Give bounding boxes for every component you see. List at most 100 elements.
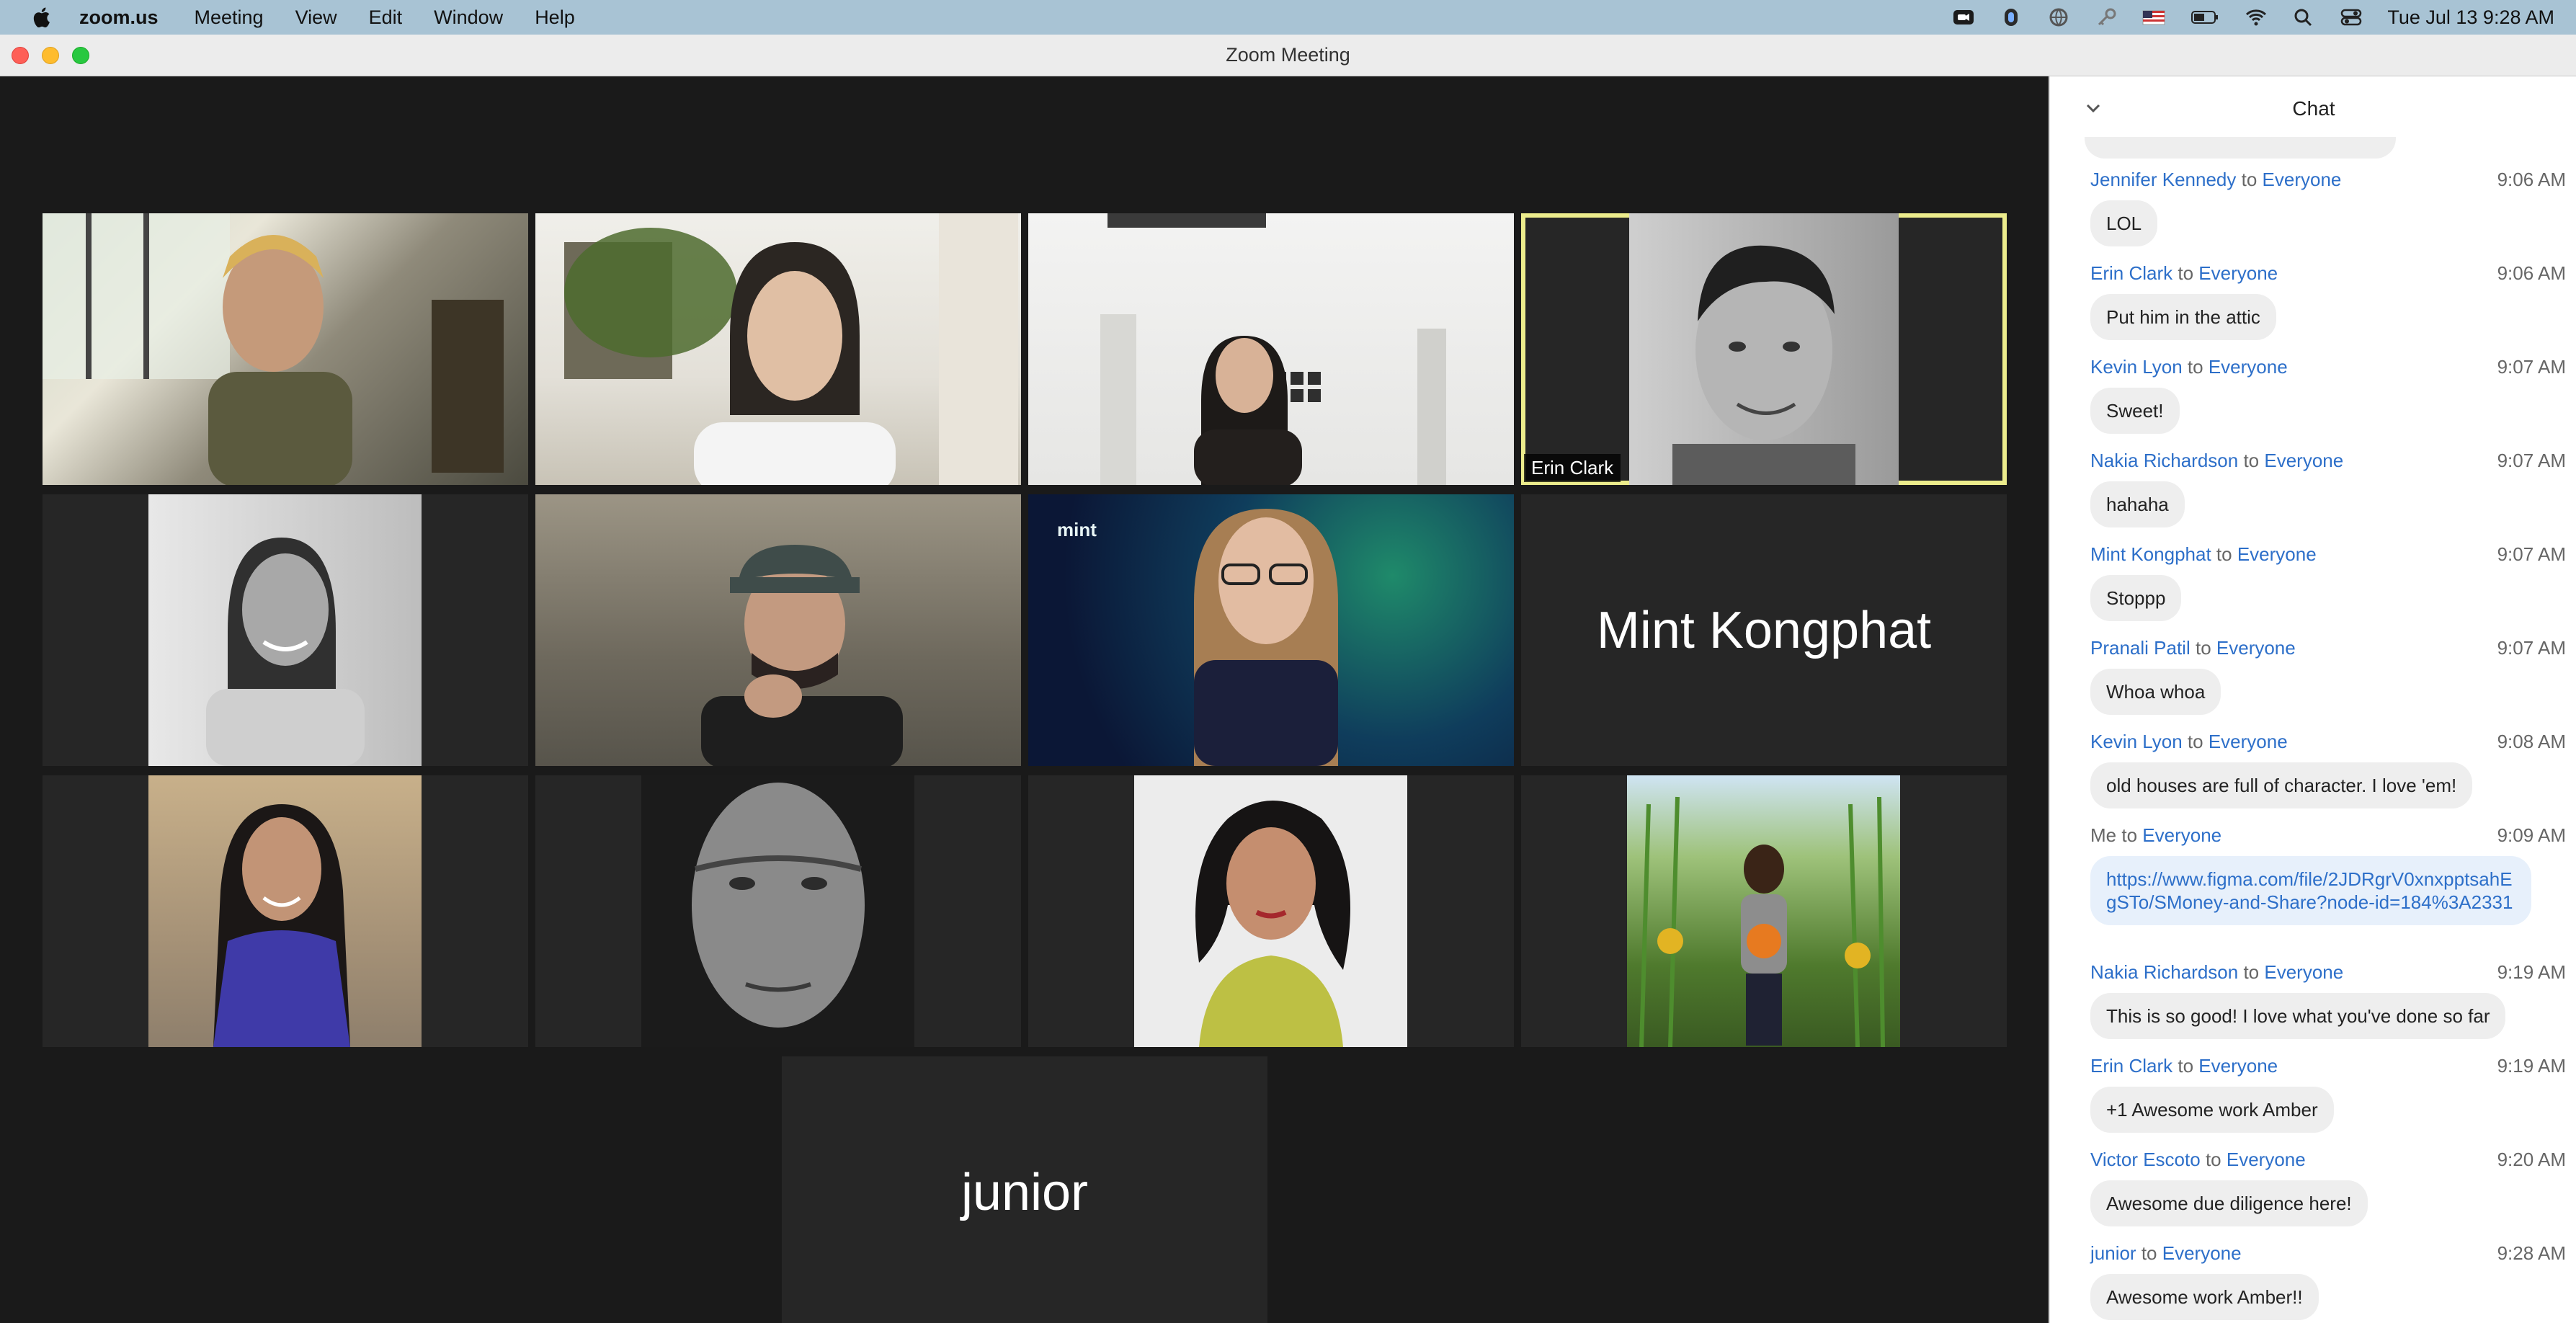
participant-tile[interactable]: mint bbox=[1028, 494, 1514, 766]
meeting-status-icon[interactable] bbox=[2000, 7, 2023, 27]
message-bubble[interactable]: Awesome work Amber!! bbox=[2090, 1274, 2319, 1320]
message-recipient[interactable]: Everyone bbox=[2264, 961, 2343, 983]
message-bubble[interactable]: hahaha bbox=[2090, 481, 2185, 527]
zoom-button[interactable] bbox=[72, 47, 89, 64]
participant-tile[interactable] bbox=[43, 213, 528, 485]
participant-video bbox=[1134, 775, 1407, 1047]
message-to-word: to bbox=[2216, 543, 2232, 565]
participant-tile-active-speaker[interactable]: Erin Clark bbox=[1521, 213, 2007, 485]
message-time: 9:07 AM bbox=[2497, 356, 2566, 378]
message-recipient[interactable]: Everyone bbox=[2237, 543, 2317, 565]
message-sender[interactable]: Jennifer Kennedy bbox=[2090, 169, 2236, 190]
message-recipient[interactable]: Everyone bbox=[2198, 262, 2278, 284]
flag-icon[interactable] bbox=[2142, 7, 2165, 27]
message-meta: Jennifer Kennedy to Everyone 9:06 AM bbox=[2090, 169, 2566, 193]
message-to-word: to bbox=[2141, 1242, 2157, 1264]
message-recipient[interactable]: Everyone bbox=[2209, 731, 2288, 752]
message-bubble[interactable]: Put him in the attic bbox=[2090, 294, 2276, 340]
message-sender[interactable]: Erin Clark bbox=[2090, 1055, 2172, 1077]
message-bubble[interactable]: This is so good! I love what you've done… bbox=[2090, 993, 2506, 1039]
message-sender[interactable]: Nakia Richardson bbox=[2090, 450, 2238, 471]
message-sender[interactable]: junior bbox=[2090, 1242, 2136, 1264]
message-meta: Pranali Patil to Everyone 9:07 AM bbox=[2090, 637, 2566, 662]
video-scene bbox=[1639, 796, 1885, 1047]
message-sender[interactable]: Pranali Patil bbox=[2090, 637, 2191, 659]
message-recipient[interactable]: Everyone bbox=[2162, 1242, 2242, 1264]
video-scene: mint bbox=[1057, 509, 1338, 766]
chat-message: Mint Kongphat to Everyone 9:07 AM Stoppp bbox=[2090, 543, 2566, 621]
message-meta: junior to Everyone 9:28 AM bbox=[2090, 1242, 2566, 1267]
participant-tile[interactable] bbox=[535, 213, 1021, 485]
message-recipient[interactable]: Everyone bbox=[2198, 1055, 2278, 1077]
message-bubble[interactable]: +1 Awesome work Amber bbox=[2090, 1087, 2334, 1133]
participant-name-display: junior bbox=[961, 1163, 1089, 1221]
participant-tile[interactable] bbox=[43, 775, 528, 1047]
participant-tile[interactable] bbox=[1028, 775, 1514, 1047]
message-to-word: to bbox=[2178, 1055, 2194, 1077]
message-meta: Erin Clark to Everyone 9:06 AM bbox=[2090, 262, 2566, 287]
window-controls bbox=[12, 47, 89, 64]
participant-tile[interactable] bbox=[535, 775, 1021, 1047]
participant-video bbox=[148, 775, 422, 1047]
message-sender[interactable]: Nakia Richardson bbox=[2090, 961, 2238, 983]
message-recipient[interactable]: Everyone bbox=[2216, 637, 2296, 659]
chat-panel: Chat Jennifer Kennedy to Everyone 9:06 AM… bbox=[2049, 76, 2576, 1323]
window-titlebar: Zoom Meeting bbox=[0, 35, 2576, 76]
message-sender[interactable]: Kevin Lyon bbox=[2090, 356, 2183, 378]
participant-tile[interactable] bbox=[535, 494, 1021, 766]
menu-edit[interactable]: Edit bbox=[369, 6, 403, 29]
wifi-icon[interactable] bbox=[2245, 7, 2268, 27]
close-button[interactable] bbox=[12, 47, 29, 64]
menu-help[interactable]: Help bbox=[535, 6, 575, 29]
participant-tile-no-video[interactable]: Mint Kongphat bbox=[1521, 494, 2007, 766]
search-icon[interactable] bbox=[2292, 7, 2315, 27]
participant-tile[interactable] bbox=[43, 494, 528, 766]
chat-message: Jennifer Kennedy to Everyone 9:06 AM LOL bbox=[2090, 169, 2566, 246]
message-to-word: to bbox=[2187, 356, 2203, 378]
message-meta: Nakia Richardson to Everyone 9:07 AM bbox=[2090, 450, 2566, 474]
message-sender[interactable]: Mint Kongphat bbox=[2090, 543, 2211, 565]
message-recipient[interactable]: Everyone bbox=[2263, 169, 2342, 190]
video-scene bbox=[1672, 245, 1855, 485]
message-meta: Victor Escoto to Everyone 9:20 AM bbox=[2090, 1149, 2566, 1173]
message-sender[interactable]: Kevin Lyon bbox=[2090, 731, 2183, 752]
camera-icon[interactable] bbox=[1952, 7, 1975, 27]
menu-window[interactable]: Window bbox=[434, 6, 503, 29]
message-meta: Nakia Richardson to Everyone 9:19 AM bbox=[2090, 961, 2566, 986]
message-recipient[interactable]: Everyone bbox=[2142, 824, 2221, 846]
message-bubble[interactable]: Sweet! bbox=[2090, 388, 2180, 434]
video-scene bbox=[213, 804, 350, 1047]
message-bubble[interactable]: Stoppp bbox=[2090, 575, 2182, 621]
message-time: 9:09 AM bbox=[2497, 824, 2566, 846]
message-meta: Erin Clark to Everyone 9:19 AM bbox=[2090, 1055, 2566, 1079]
message-bubble[interactable]: old houses are full of character. I love… bbox=[2090, 762, 2473, 808]
app-name-menu[interactable]: zoom.us bbox=[79, 6, 159, 29]
menu-meeting[interactable]: Meeting bbox=[195, 6, 264, 29]
message-sender[interactable]: Victor Escoto bbox=[2090, 1149, 2201, 1170]
globe-icon[interactable] bbox=[2047, 7, 2070, 27]
message-time: 9:07 AM bbox=[2497, 543, 2566, 565]
minimize-button[interactable] bbox=[42, 47, 59, 64]
key-icon[interactable] bbox=[2095, 7, 2118, 27]
message-recipient[interactable]: Everyone bbox=[2227, 1149, 2306, 1170]
video-scene bbox=[206, 538, 365, 766]
video-scene bbox=[1195, 801, 1350, 1047]
participant-tile[interactable] bbox=[1521, 775, 2007, 1047]
message-bubble[interactable]: LOL bbox=[2090, 200, 2158, 246]
control-center-icon[interactable] bbox=[2340, 7, 2363, 27]
menubar-clock[interactable]: Tue Jul 13 9:28 AM bbox=[2387, 6, 2554, 29]
apple-icon[interactable] bbox=[30, 5, 55, 30]
participant-video bbox=[43, 213, 528, 485]
message-bubble[interactable]: Whoa whoa bbox=[2090, 669, 2221, 715]
battery-icon[interactable] bbox=[2190, 7, 2220, 27]
message-link[interactable]: https://www.figma.com/file/2JDRgrV0xnxpp… bbox=[2090, 856, 2531, 925]
chevron-down-icon[interactable] bbox=[2085, 101, 2102, 115]
message-sender[interactable]: Erin Clark bbox=[2090, 262, 2172, 284]
menu-view[interactable]: View bbox=[295, 6, 337, 29]
participant-tile-no-video[interactable]: junior bbox=[782, 1056, 1267, 1323]
message-bubble[interactable]: Awesome due diligence here! bbox=[2090, 1180, 2368, 1226]
message-sender[interactable]: Me bbox=[2090, 824, 2116, 846]
participant-tile[interactable] bbox=[1028, 213, 1514, 485]
message-recipient[interactable]: Everyone bbox=[2264, 450, 2343, 471]
message-recipient[interactable]: Everyone bbox=[2209, 356, 2288, 378]
